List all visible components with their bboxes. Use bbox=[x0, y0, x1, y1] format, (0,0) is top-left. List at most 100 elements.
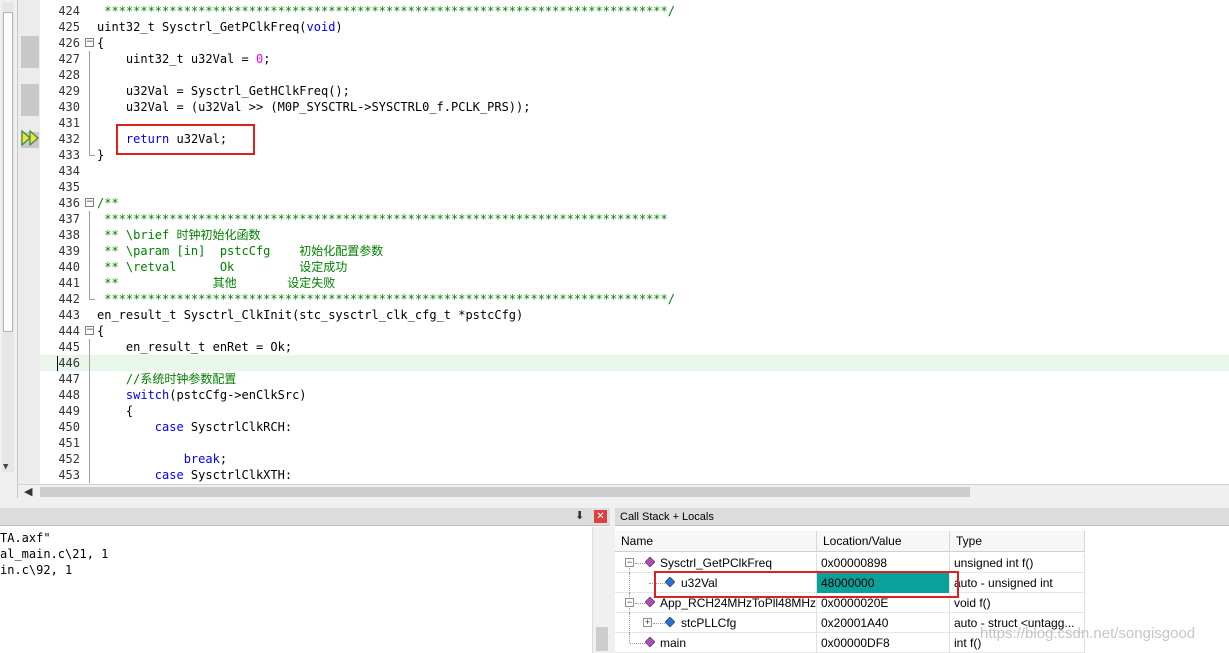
code-token: 初始化配置参数 bbox=[299, 244, 384, 258]
code-line[interactable]: 445 en_result_t enRet = Ok; bbox=[40, 339, 1229, 355]
code-token: { bbox=[97, 404, 134, 418]
code-text: { bbox=[97, 323, 104, 339]
value-cell[interactable]: 0x00000DF8 bbox=[817, 633, 950, 653]
line-number: 450 bbox=[58, 420, 80, 434]
code-line[interactable]: 429 u32Val = Sysctrl_GetHClkFreq(); bbox=[40, 83, 1229, 99]
fold-guide bbox=[89, 403, 90, 419]
line-number: 443 bbox=[58, 308, 80, 322]
code-line[interactable]: 450 case SysctrlClkRCH: bbox=[40, 419, 1229, 435]
column-header-type[interactable]: Type bbox=[950, 531, 1085, 552]
code-token: { bbox=[97, 324, 105, 338]
line-number: 449 bbox=[58, 404, 80, 418]
code-line[interactable]: 451 bbox=[40, 435, 1229, 451]
name-cell[interactable]: + stcPLLCfg bbox=[615, 613, 817, 633]
line-number: 433 bbox=[58, 148, 80, 162]
splitter[interactable] bbox=[0, 498, 1229, 508]
code-token: en_result_t enRet = Ok; bbox=[97, 340, 293, 354]
type-cell: unsigned int f() bbox=[950, 553, 1085, 573]
code-line[interactable]: 440 ** \retval Ok 设定成功 bbox=[40, 259, 1229, 275]
expand-icon[interactable]: + bbox=[643, 618, 652, 627]
code-line[interactable]: 430 u32Val = (u32Val >> (M0P_SYSCTRL->SY… bbox=[40, 99, 1229, 115]
name-cell[interactable]: − Sysctrl_GetPClkFreq bbox=[615, 553, 817, 573]
line-number: 446 bbox=[58, 356, 80, 370]
code-token: u32Val = Sysctrl_GetHClkFreq(); bbox=[97, 84, 350, 98]
code-text: ****************************************… bbox=[97, 211, 668, 227]
code-line[interactable]: 449 { bbox=[40, 403, 1229, 419]
code-line[interactable]: 436−/** bbox=[40, 195, 1229, 211]
build-output-panel[interactable]: TA.axf" al_main.c\21, 1 in.c\92, 1 bbox=[0, 527, 592, 653]
text-cursor bbox=[57, 356, 58, 371]
code-line[interactable]: 438 ** \brief 时钟初始化函数 bbox=[40, 227, 1229, 243]
code-line[interactable]: 442 ************************************… bbox=[40, 291, 1229, 307]
function-icon bbox=[645, 557, 655, 567]
scrollbar-thumb[interactable] bbox=[596, 627, 608, 651]
code-line[interactable]: 444−{ bbox=[40, 323, 1229, 339]
code-line[interactable]: 435 bbox=[40, 179, 1229, 195]
column-header-name[interactable]: Name bbox=[615, 531, 817, 552]
code-text: ****************************************… bbox=[97, 3, 675, 19]
code-token: uint32_t u32Val = bbox=[97, 52, 256, 66]
code-token: SysctrlClkXTH: bbox=[183, 468, 293, 482]
code-text: ** \brief 时钟初始化函数 bbox=[97, 227, 261, 243]
line-number: 429 bbox=[58, 84, 80, 98]
value-cell[interactable]: 0x00000898 bbox=[817, 553, 950, 573]
line-number: 434 bbox=[58, 164, 80, 178]
code-line[interactable]: 447 //系统时钟参数配置 bbox=[40, 371, 1229, 387]
breakpoint-margin[interactable] bbox=[18, 0, 40, 484]
code-text: u32Val = (u32Val >> (M0P_SYSCTRL->SYSCTR… bbox=[97, 99, 531, 115]
code-token: 时钟初始化函数 bbox=[176, 228, 261, 242]
fold-toggle-icon[interactable]: − bbox=[85, 38, 94, 47]
value-cell[interactable]: 0x20001A40 bbox=[817, 613, 950, 633]
code-text: break; bbox=[97, 451, 227, 467]
code-text: case SysctrlClkXTH: bbox=[97, 467, 292, 483]
execution-pointer-icon bbox=[21, 130, 39, 146]
collapse-icon[interactable]: − bbox=[625, 598, 634, 607]
code-line[interactable]: 426−{ bbox=[40, 35, 1229, 51]
tree-guide bbox=[635, 603, 645, 604]
code-editor[interactable]: 424 ************************************… bbox=[40, 0, 1229, 484]
fold-guide bbox=[89, 131, 90, 147]
scrollbar-thumb[interactable] bbox=[40, 487, 970, 497]
code-line[interactable]: 427 uint32_t u32Val = 0; bbox=[40, 51, 1229, 67]
close-icon[interactable]: ✕ bbox=[594, 510, 607, 523]
scroll-left-arrow-icon[interactable]: ◀ bbox=[24, 485, 32, 499]
code-line[interactable]: 453 case SysctrlClkXTH: bbox=[40, 467, 1229, 483]
name-cell[interactable]: main bbox=[615, 633, 817, 653]
code-line[interactable]: 439 ** \param [in] pstcCfg 初始化配置参数 bbox=[40, 243, 1229, 259]
fold-guide bbox=[89, 211, 90, 227]
build-output-scrollbar[interactable] bbox=[592, 527, 610, 653]
line-number: 431 bbox=[58, 116, 80, 130]
table-row[interactable]: − Sysctrl_GetPClkFreq 0x00000898 unsigned i… bbox=[615, 553, 1085, 573]
scrollbar-thumb[interactable] bbox=[3, 12, 13, 332]
fold-toggle-icon[interactable]: − bbox=[85, 198, 94, 207]
outer-vertical-scrollbar[interactable]: ▼ bbox=[0, 0, 18, 500]
code-line[interactable]: 425 uint32_t Sysctrl_GetPClkFreq(void) bbox=[40, 19, 1229, 35]
code-text: { bbox=[97, 403, 133, 419]
fold-guide bbox=[89, 259, 90, 275]
line-number: 444 bbox=[58, 324, 80, 338]
code-line[interactable]: 443 en_result_t Sysctrl_ClkInit(stc_sysct… bbox=[40, 307, 1229, 323]
code-line[interactable]: 441 ** 其他 设定失败 bbox=[40, 275, 1229, 291]
code-line[interactable]: 428 bbox=[40, 67, 1229, 83]
code-text: { bbox=[97, 35, 104, 51]
collapse-icon[interactable]: − bbox=[625, 558, 634, 567]
editor-horizontal-scrollbar[interactable]: ◀ bbox=[18, 484, 1229, 498]
line-number: 442 bbox=[58, 292, 80, 306]
code-line[interactable]: 437 ************************************… bbox=[40, 211, 1229, 227]
code-line[interactable]: 448 switch(pstcCfg->enClkSrc) bbox=[40, 387, 1229, 403]
column-header-value[interactable]: Location/Value bbox=[817, 531, 950, 552]
fold-toggle-icon[interactable]: − bbox=[85, 326, 94, 335]
code-line[interactable]: 452 break; bbox=[40, 451, 1229, 467]
line-number: 435 bbox=[58, 180, 80, 194]
fold-guide bbox=[89, 67, 90, 83]
code-line[interactable]: 424 ************************************… bbox=[40, 3, 1229, 19]
line-number: 441 bbox=[58, 276, 80, 290]
scroll-down-arrow-icon[interactable]: ▼ bbox=[3, 462, 8, 472]
code-line[interactable]: 446 bbox=[40, 355, 1229, 371]
code-text: en_result_t enRet = Ok; bbox=[97, 339, 292, 355]
symbol-name: main bbox=[660, 636, 687, 650]
fold-guide bbox=[89, 451, 90, 467]
code-line[interactable]: 434 bbox=[40, 163, 1229, 179]
pin-icon[interactable]: ⬇ bbox=[575, 509, 584, 522]
tree-guide bbox=[630, 643, 645, 644]
